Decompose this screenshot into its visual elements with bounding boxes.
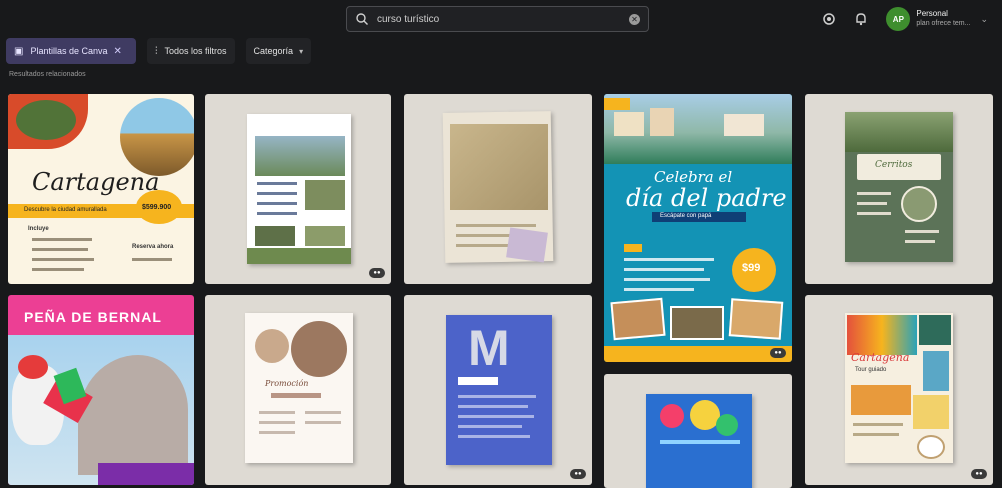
filter-chip-label: Plantillas de Canva [30,46,108,56]
sliders-icon: ⫶ [155,45,158,57]
account-info[interactable]: Personal plan ofrece tem... [916,9,970,29]
chevron-down-icon: ▾ [299,46,304,56]
template-card-festival[interactable] [604,374,792,488]
card-section: Incluye [28,226,49,232]
filter-chip-templates[interactable]: ▣ Plantillas de Canva ✕ [6,38,136,64]
card-big-letter: M [468,320,510,376]
card-title: Cartagena [32,168,160,196]
template-card-photo-flyer[interactable]: ●● [205,94,391,284]
results-label: Resultados relacionados [9,71,86,78]
template-icon: ▣ [14,45,24,57]
avatar[interactable]: AP [886,7,911,31]
card-section-2: Reserva ahora [132,244,174,250]
card-title-line2: día del padre [626,184,787,212]
account-email: plan ofrece tem... [916,20,971,27]
card-price: $599.900 [142,204,172,211]
clear-search-icon[interactable]: ✕ [629,13,640,25]
card-subtitle: Descubre la ciudad amurallada [24,207,107,213]
pro-badge: ●● [570,469,586,479]
card-ribbon: Escápate con papá [660,213,712,219]
search-query[interactable]: curso turístico [377,14,629,25]
card-title: Cerritos [875,160,913,170]
filter-chip-category[interactable]: Categoría ▾ [245,38,312,64]
pro-badge: ●● [369,268,385,278]
template-card-green-flyer[interactable]: Cerritos [805,94,993,284]
filter-bar: ▣ Plantillas de Canva ✕ ⫶ Todos los filt… [6,37,322,65]
top-bar: curso turístico ✕ AP Personal plan ofrec… [0,0,1002,36]
chevron-down-icon[interactable]: ⌄ [980,14,988,25]
account-area: AP Personal plan ofrece tem... ⌄ [818,7,988,31]
search-icon [355,12,369,26]
template-card-colorful[interactable]: Cartagena Tour guiado ●● [805,295,993,485]
card-subtitle: Tour guiado [855,367,887,373]
template-card-collage[interactable]: Promoción [205,295,391,485]
template-card-blue-flyer[interactable]: M ●● [404,295,592,485]
card-title: PEÑA DE BERNAL [24,309,162,325]
filter-chip-label: Todos los filtros [164,46,227,56]
settings-icon[interactable] [818,8,840,30]
filter-chip-label: Categoría [253,46,294,56]
close-icon[interactable]: ✕ [114,46,122,57]
template-card-paper[interactable] [404,94,592,284]
card-title: Promoción [265,379,309,388]
bell-icon[interactable] [850,8,872,30]
template-card-cartagena[interactable]: Cartagena Descubre la ciudad amurallada … [8,94,194,284]
card-price: $99 [742,262,761,274]
pro-badge: ●● [770,348,786,358]
card-title: Cartagena [851,351,910,364]
template-card-pena-de-bernal[interactable]: PEÑA DE BERNAL [8,295,194,485]
filter-chip-all-filters[interactable]: ⫶ Todos los filtros [147,38,235,64]
search-input[interactable]: curso turístico ✕ [346,6,649,32]
account-name: Personal [916,9,948,18]
template-card-dia-del-padre[interactable]: Celebra el día del padre Escápate con pa… [604,94,792,362]
pro-badge: ●● [971,469,987,479]
